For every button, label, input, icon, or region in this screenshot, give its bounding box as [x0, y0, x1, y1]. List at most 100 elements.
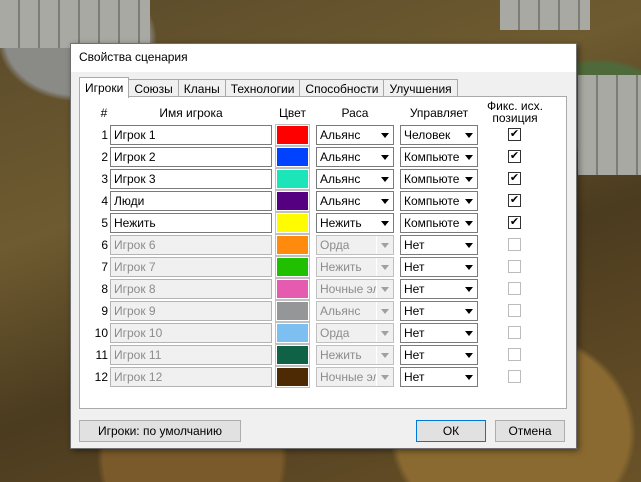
dialog-title: Свойства сценария [71, 44, 576, 72]
player-row: 5 Нежить Нежить Компьютер ✔ [80, 212, 566, 234]
controller-select[interactable]: Компьютер [400, 169, 478, 189]
controller-select[interactable]: Нет [400, 257, 478, 277]
fixed-start-checkbox [508, 260, 521, 273]
tab-technologies[interactable]: Технологии [224, 79, 301, 97]
ok-button[interactable]: ОК [416, 420, 486, 442]
chevron-down-icon [376, 346, 393, 364]
race-select: Альянс [316, 301, 394, 321]
player-color-swatch[interactable] [275, 234, 310, 256]
race-select[interactable]: Альянс [316, 169, 394, 189]
tab-clans[interactable]: Кланы [177, 79, 226, 97]
controller-select[interactable]: Нет [400, 235, 478, 255]
chevron-down-icon[interactable] [460, 368, 477, 386]
chevron-down-icon[interactable] [460, 214, 477, 232]
tab-abilities[interactable]: Способности [299, 79, 385, 97]
chevron-down-icon[interactable] [376, 148, 393, 166]
player-color-swatch[interactable] [275, 190, 310, 212]
tab-alliances[interactable]: Союзы [128, 79, 179, 97]
controller-select[interactable]: Нет [400, 301, 478, 321]
race-select[interactable]: Альянс [316, 147, 394, 167]
player-color-swatch[interactable] [275, 300, 310, 322]
player-color-swatch[interactable] [275, 212, 310, 234]
background-stone-tower [578, 75, 641, 175]
chevron-down-icon[interactable] [460, 192, 477, 210]
chevron-down-icon [376, 258, 393, 276]
controller-select[interactable]: Нет [400, 345, 478, 365]
player-color-swatch[interactable] [275, 344, 310, 366]
player-name-field: Игрок 7 [110, 257, 272, 277]
chevron-down-icon[interactable] [460, 236, 477, 254]
player-name-field[interactable]: Игрок 3 [110, 169, 272, 189]
player-color-swatch[interactable] [275, 146, 310, 168]
controller-select[interactable]: Компьютер [400, 213, 478, 233]
controller-select[interactable]: Компьютер [400, 147, 478, 167]
player-name-field[interactable]: Игрок 2 [110, 147, 272, 167]
race-select: Ночные эльфы [316, 367, 394, 387]
race-select: Ночные эльфы [316, 279, 394, 299]
column-header-color: Цвет [279, 106, 306, 120]
chevron-down-icon[interactable] [460, 280, 477, 298]
controller-select[interactable]: Нет [400, 367, 478, 387]
chevron-down-icon[interactable] [376, 192, 393, 210]
tab-upgrades[interactable]: Улучшения [383, 79, 458, 97]
race-select[interactable]: Альянс [316, 125, 394, 145]
player-name-field[interactable]: Люди [110, 191, 272, 211]
player-color-swatch[interactable] [275, 366, 310, 388]
player-name-field: Игрок 11 [110, 345, 272, 365]
player-name-field[interactable]: Нежить [110, 213, 272, 233]
scenario-properties-dialog: Свойства сценария Игроки Союзы Кланы Тех… [70, 43, 577, 449]
race-select: Орда [316, 235, 394, 255]
chevron-down-icon[interactable] [460, 148, 477, 166]
column-header-controller: Управляет [409, 106, 469, 120]
checkmark-icon: ✔ [509, 150, 520, 162]
chevron-down-icon[interactable] [460, 346, 477, 364]
chevron-down-icon[interactable] [376, 126, 393, 144]
controller-select[interactable]: Нет [400, 279, 478, 299]
race-select[interactable]: Альянс [316, 191, 394, 211]
fixed-start-checkbox[interactable]: ✔ [508, 216, 521, 229]
background-stone-pillar [500, 0, 590, 30]
player-color-swatch[interactable] [275, 256, 310, 278]
player-color-swatch[interactable] [275, 124, 310, 146]
cancel-button[interactable]: Отмена [495, 420, 565, 442]
chevron-down-icon [376, 236, 393, 254]
column-header-race: Раса [341, 106, 369, 120]
checkmark-icon: ✔ [509, 194, 520, 206]
race-select[interactable]: Нежить [316, 213, 394, 233]
player-color-swatch[interactable] [275, 322, 310, 344]
controller-select[interactable]: Компьютер [400, 191, 478, 211]
chevron-down-icon[interactable] [460, 258, 477, 276]
player-row: 9 Игрок 9 Альянс Нет [80, 300, 566, 322]
player-row: 11 Игрок 11 Нежить Нет [80, 344, 566, 366]
player-number: 4 [101, 194, 108, 208]
controller-select[interactable]: Человек [400, 125, 478, 145]
defaults-button[interactable]: Игроки: по умолчанию [79, 420, 241, 442]
player-row: 7 Игрок 7 Нежить Нет [80, 256, 566, 278]
chevron-down-icon[interactable] [460, 170, 477, 188]
player-name-field: Игрок 6 [110, 235, 272, 255]
controller-select[interactable]: Нет [400, 323, 478, 343]
chevron-down-icon[interactable] [460, 324, 477, 342]
player-number: 8 [101, 282, 108, 296]
fixed-start-checkbox[interactable]: ✔ [508, 128, 521, 141]
fixed-start-checkbox[interactable]: ✔ [508, 194, 521, 207]
fixed-start-checkbox[interactable]: ✔ [508, 150, 521, 163]
column-header-fixed-start: Фикс. исх. позиция [480, 100, 550, 124]
player-color-swatch[interactable] [275, 278, 310, 300]
player-name-field: Игрок 8 [110, 279, 272, 299]
player-name-field: Игрок 12 [110, 367, 272, 387]
chevron-down-icon[interactable] [460, 302, 477, 320]
fixed-start-checkbox[interactable]: ✔ [508, 172, 521, 185]
chevron-down-icon[interactable] [460, 126, 477, 144]
tab-players[interactable]: Игроки [79, 77, 130, 98]
player-number: 1 [101, 128, 108, 142]
checkmark-icon: ✔ [509, 216, 520, 228]
chevron-down-icon[interactable] [376, 170, 393, 188]
player-row: 8Игрок 8 Ночные эльфы Нет [80, 278, 566, 300]
player-name-field[interactable]: Игрок 1 [110, 125, 272, 145]
player-number: 6 [101, 238, 108, 252]
player-name-field: Игрок 9 [110, 301, 272, 321]
player-number: 5 [101, 216, 108, 230]
player-color-swatch[interactable] [275, 168, 310, 190]
chevron-down-icon[interactable] [376, 214, 393, 232]
